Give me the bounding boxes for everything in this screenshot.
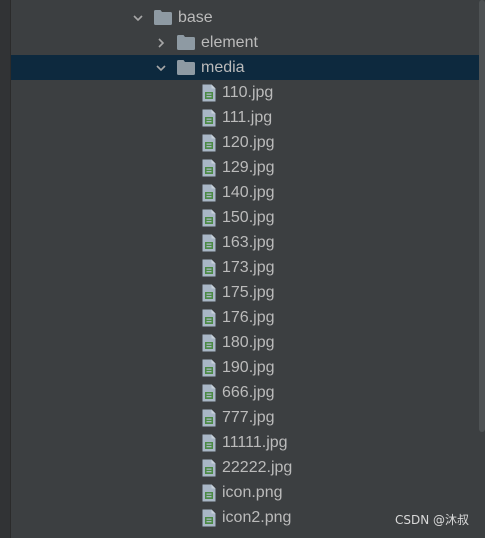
media-file-list: 110.jpg 111.jpg 120.jpg 129.jpg 140.jpg 150.j…	[11, 80, 485, 530]
tree-file-item[interactable]: 190.jpg	[11, 355, 485, 380]
file-name: icon.png	[222, 483, 283, 501]
chevron-right-icon[interactable]	[155, 37, 167, 49]
file-name: 163.jpg	[222, 233, 275, 251]
image-file-icon	[202, 209, 216, 227]
tree-file-item[interactable]: 140.jpg	[11, 180, 485, 205]
tree-file-item[interactable]: 150.jpg	[11, 205, 485, 230]
file-name: 22222.jpg	[222, 458, 293, 476]
image-file-icon	[202, 434, 216, 452]
tree-file-item[interactable]: 175.jpg	[11, 280, 485, 305]
image-file-icon	[202, 109, 216, 127]
file-name: 140.jpg	[222, 183, 275, 201]
tree-file-item[interactable]: 11111.jpg	[11, 430, 485, 455]
image-file-icon	[202, 359, 216, 377]
image-file-icon	[202, 234, 216, 252]
chevron-down-icon[interactable]	[132, 12, 144, 24]
tree-file-item[interactable]: icon.png	[11, 480, 485, 505]
image-file-icon	[202, 284, 216, 302]
tree-file-item[interactable]: 110.jpg	[11, 80, 485, 105]
watermark: CSDN @沐叔	[394, 513, 469, 527]
tree-file-item[interactable]: 120.jpg	[11, 130, 485, 155]
tree-file-item[interactable]: 163.jpg	[11, 230, 485, 255]
tree-node-base[interactable]: base	[11, 5, 485, 30]
folder-icon	[177, 60, 195, 75]
tree-node-label: element	[201, 33, 258, 51]
file-name: 173.jpg	[222, 258, 275, 276]
file-name: icon2.png	[222, 508, 292, 526]
image-file-icon	[202, 509, 216, 527]
file-name: 150.jpg	[222, 208, 275, 226]
image-file-icon	[202, 334, 216, 352]
tree-file-item[interactable]: 176.jpg	[11, 305, 485, 330]
tree-node-element[interactable]: element	[11, 30, 485, 55]
chevron-down-icon[interactable]	[155, 62, 167, 74]
file-name: 180.jpg	[222, 333, 275, 351]
tree-file-item[interactable]: 22222.jpg	[11, 455, 485, 480]
vertical-scrollbar[interactable]	[479, 0, 485, 432]
file-name: 129.jpg	[222, 158, 275, 176]
tree-node-label: base	[178, 8, 213, 26]
left-gutter	[0, 0, 11, 538]
file-name: 666.jpg	[222, 383, 275, 401]
file-name: 175.jpg	[222, 283, 275, 301]
folder-icon	[177, 35, 195, 50]
tree-file-item[interactable]: 777.jpg	[11, 405, 485, 430]
file-name: 111.jpg	[222, 108, 273, 126]
tree-file-item[interactable]: 111.jpg	[11, 105, 485, 130]
folder-icon	[154, 10, 172, 25]
image-file-icon	[202, 84, 216, 102]
image-file-icon	[202, 134, 216, 152]
image-file-icon	[202, 384, 216, 402]
tree-file-item[interactable]: 180.jpg	[11, 330, 485, 355]
file-name: 120.jpg	[222, 133, 275, 151]
file-name: 110.jpg	[222, 83, 274, 101]
tree-node-label: media	[201, 58, 245, 76]
tree-file-item[interactable]: 666.jpg	[11, 380, 485, 405]
image-file-icon	[202, 159, 216, 177]
image-file-icon	[202, 409, 216, 427]
tree-file-item[interactable]: 129.jpg	[11, 155, 485, 180]
image-file-icon	[202, 459, 216, 477]
tree-node-media[interactable]: media	[11, 55, 485, 80]
project-tree: base element media 110.jpg 111.jpg 120.jpg…	[11, 5, 485, 530]
file-name: 190.jpg	[222, 358, 275, 376]
file-name: 176.jpg	[222, 308, 275, 326]
tree-file-item[interactable]: 173.jpg	[11, 255, 485, 280]
partial-row-below	[150, 532, 270, 538]
image-file-icon	[202, 184, 216, 202]
image-file-icon	[202, 484, 216, 502]
file-name: 11111.jpg	[222, 433, 288, 451]
file-name: 777.jpg	[222, 408, 275, 426]
image-file-icon	[202, 259, 216, 277]
image-file-icon	[202, 309, 216, 327]
